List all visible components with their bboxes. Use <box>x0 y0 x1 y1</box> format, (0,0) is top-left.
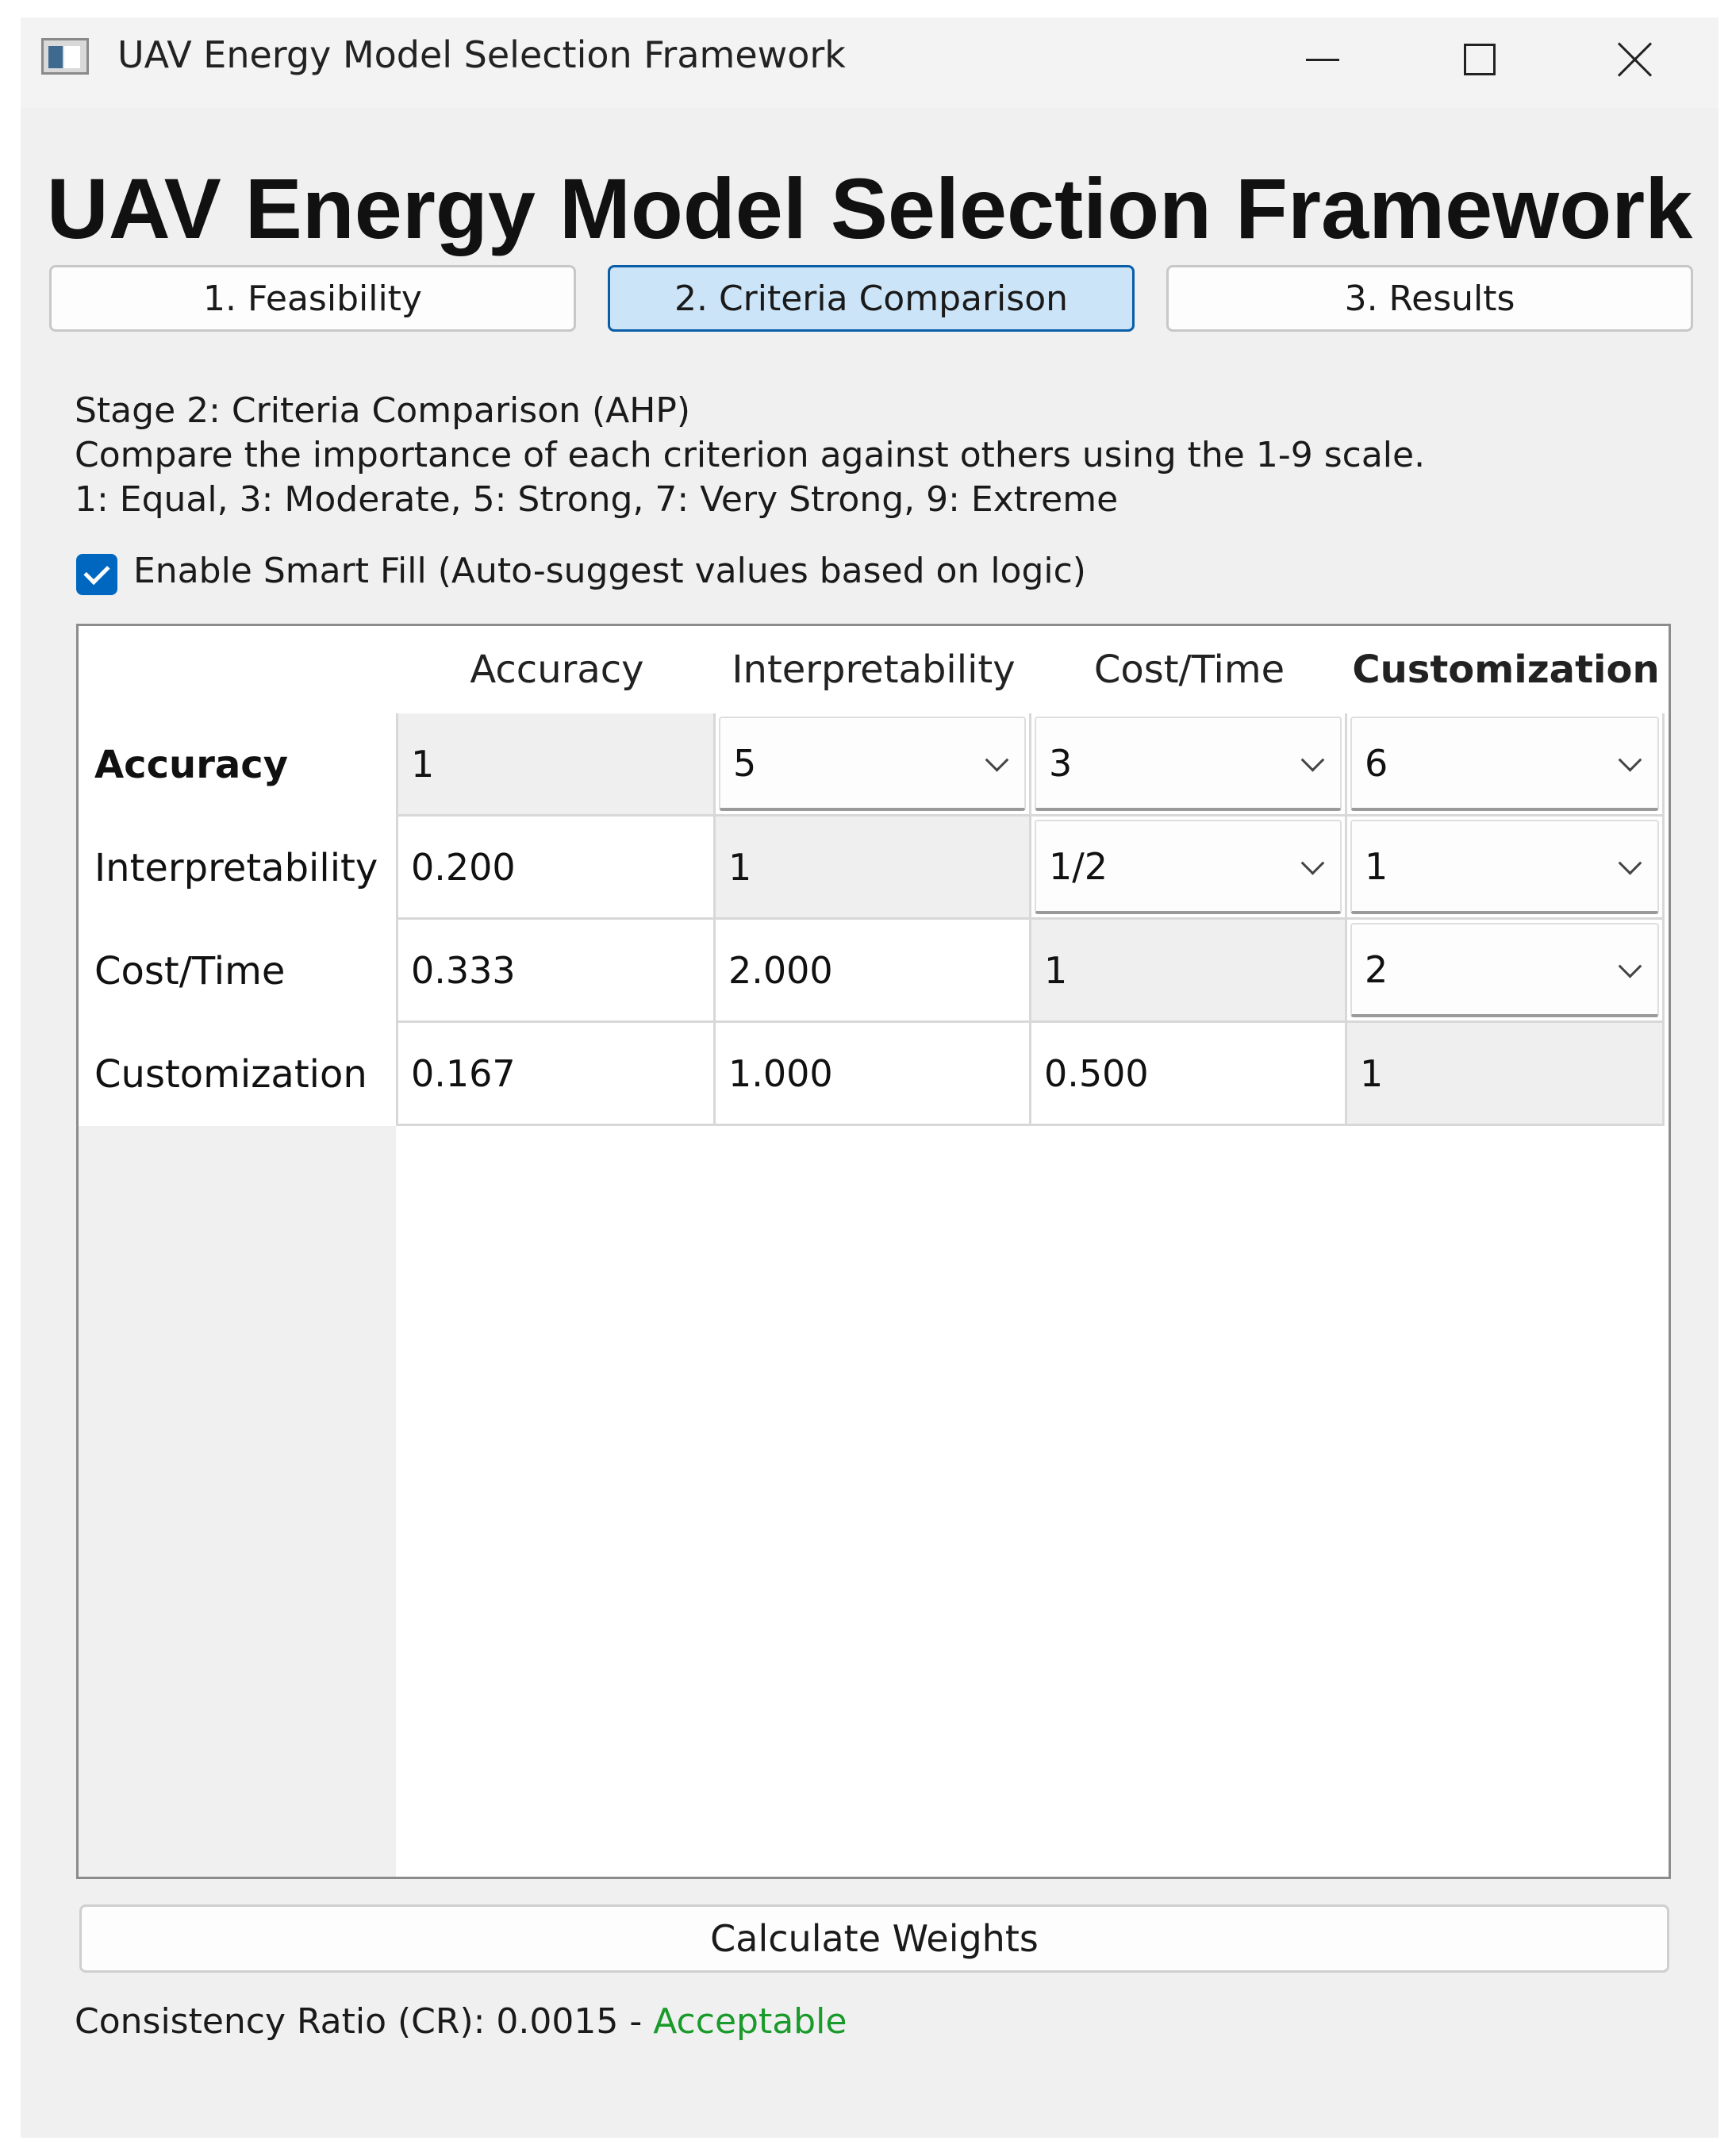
comparison-dropdown[interactable]: 3 <box>1035 717 1342 811</box>
comparison-dropdown[interactable]: 1/2 <box>1035 820 1342 914</box>
comparison-dropdown[interactable]: 2 <box>1350 923 1659 1017</box>
dropdown-value: 3 <box>1049 741 1073 785</box>
maximize-icon <box>1464 44 1496 75</box>
tab-results[interactable]: 3. Results <box>1166 265 1693 332</box>
window-title: UAV Energy Model Selection Framework <box>117 33 846 76</box>
tab-feasibility[interactable]: 1. Feasibility <box>49 265 576 332</box>
chevron-down-icon <box>1300 851 1325 875</box>
title-bar: UAV Energy Model Selection Framework <box>21 17 1719 108</box>
scale-legend: 1: Equal, 3: Moderate, 5: Strong, 7: Ver… <box>75 479 1119 520</box>
matrix-cell-customization-cost-time: 0.500 <box>1031 1023 1347 1126</box>
app-window: UAV Energy Model Selection Framework UAV… <box>21 17 1719 2138</box>
matrix-cell-accuracy-cost-time[interactable]: 3 <box>1031 713 1347 817</box>
matrix-cell-interpretability-cost-time[interactable]: 1/2 <box>1031 817 1347 920</box>
comparison-dropdown[interactable]: 5 <box>719 717 1026 811</box>
instruction-text: Compare the importance of each criterion… <box>75 435 1426 475</box>
smart-fill-checkbox[interactable] <box>76 554 117 595</box>
consistency-status: Acceptable <box>653 2001 847 2042</box>
consistency-ratio-text: Consistency Ratio (CR): 0.0015 - <box>75 2001 654 2042</box>
matrix-cell-cost-time-cost-time: 1 <box>1031 920 1347 1023</box>
dropdown-value: 6 <box>1365 741 1388 785</box>
page-title: UAV Energy Model Selection Framework <box>46 160 1693 256</box>
matrix-cell-cost-time-interpretability: 2.000 <box>716 920 1031 1023</box>
dropdown-value: 1 <box>1365 844 1388 888</box>
matrix-cell-cost-time-customization[interactable]: 2 <box>1347 920 1665 1023</box>
table-corner <box>79 626 398 713</box>
matrix-cell-interpretability-interpretability: 1 <box>716 817 1031 920</box>
row-header-cost-time[interactable]: Cost/Time <box>79 920 396 1023</box>
dropdown-value: 2 <box>1365 947 1388 991</box>
matrix-cell-interpretability-customization[interactable]: 1 <box>1347 817 1665 920</box>
dropdown-value: 5 <box>733 741 757 785</box>
calculate-weights-button[interactable]: Calculate Weights <box>79 1904 1669 1973</box>
chevron-down-icon <box>1300 747 1325 772</box>
chevron-down-icon <box>1618 747 1642 772</box>
app-icon <box>41 38 89 75</box>
chevron-down-icon <box>1618 851 1642 875</box>
maximize-button[interactable] <box>1436 32 1523 87</box>
tab-criteria-comparison[interactable]: 2. Criteria Comparison <box>608 265 1135 332</box>
column-header-accuracy[interactable]: Accuracy <box>398 626 716 713</box>
minimize-icon <box>1306 58 1339 61</box>
close-button[interactable] <box>1592 32 1679 87</box>
chevron-down-icon <box>1618 954 1642 978</box>
dropdown-value: 1/2 <box>1049 844 1108 888</box>
matrix-cell-customization-accuracy: 0.167 <box>398 1023 716 1126</box>
minimize-button[interactable] <box>1279 32 1366 87</box>
chevron-down-icon <box>985 747 1009 772</box>
matrix-cell-customization-interpretability: 1.000 <box>716 1023 1031 1126</box>
comparison-dropdown[interactable]: 1 <box>1350 820 1659 914</box>
row-header-interpretability[interactable]: Interpretability <box>79 817 396 920</box>
comparison-matrix-table: Accuracy Interpretability Cost/Time Cust… <box>76 624 1671 1879</box>
matrix-cell-accuracy-customization[interactable]: 6 <box>1347 713 1665 817</box>
column-header-customization[interactable]: Customization <box>1347 626 1665 713</box>
row-header-accuracy[interactable]: Accuracy <box>79 713 396 817</box>
matrix-cell-cost-time-accuracy: 0.333 <box>398 920 716 1023</box>
consistency-ratio-readout: Consistency Ratio (CR): 0.0015 - Accepta… <box>75 2001 847 2042</box>
column-header-interpretability[interactable]: Interpretability <box>716 626 1031 713</box>
matrix-cell-accuracy-accuracy: 1 <box>398 713 716 817</box>
column-header-cost-time[interactable]: Cost/Time <box>1031 626 1347 713</box>
matrix-cell-interpretability-accuracy: 0.200 <box>398 817 716 920</box>
matrix-cell-customization-customization: 1 <box>1347 1023 1665 1126</box>
row-header-customization[interactable]: Customization <box>79 1023 396 1126</box>
matrix-cell-accuracy-interpretability[interactable]: 5 <box>716 713 1031 817</box>
stage-heading: Stage 2: Criteria Comparison (AHP) <box>75 390 691 431</box>
close-icon <box>1617 41 1653 78</box>
comparison-dropdown[interactable]: 6 <box>1350 717 1659 811</box>
smart-fill-label[interactable]: Enable Smart Fill (Auto-suggest values b… <box>133 551 1086 591</box>
